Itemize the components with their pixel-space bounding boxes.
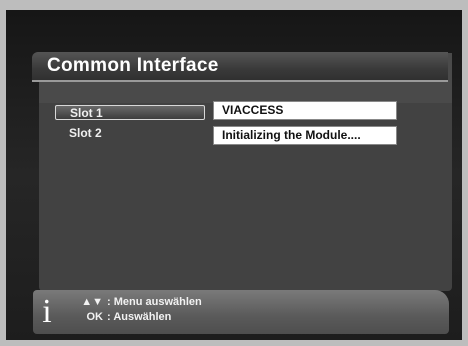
slot-2-module-status: Initializing the Module.... xyxy=(213,126,397,145)
hint-text: Auswählen xyxy=(113,311,172,323)
slot-label: Slot 2 xyxy=(69,126,102,140)
tv-screen: Common Interface Slot 1 Slot 2 VIACCESS … xyxy=(6,10,462,340)
title-bar: Common Interface xyxy=(32,52,448,82)
hint-navigate: ▲▼: Menu auswählen xyxy=(81,296,202,308)
slot-label: Slot 1 xyxy=(70,106,103,120)
hint-select: OK: Auswählen xyxy=(81,311,172,323)
info-icon: i xyxy=(42,293,52,330)
info-bar: i ▲▼: Menu auswählen OK: Auswählen xyxy=(33,290,449,334)
page-title: Common Interface xyxy=(47,55,219,76)
slot-1-item[interactable]: Slot 1 xyxy=(55,105,205,120)
arrow-keys-label: ▲▼ xyxy=(81,296,103,308)
main-panel xyxy=(39,53,452,291)
slot-2-item[interactable]: Slot 2 xyxy=(55,126,205,141)
ok-key-label: OK xyxy=(86,311,104,323)
hint-text: Menu auswählen xyxy=(113,296,202,308)
slot-1-module-name: VIACCESS xyxy=(213,101,397,120)
